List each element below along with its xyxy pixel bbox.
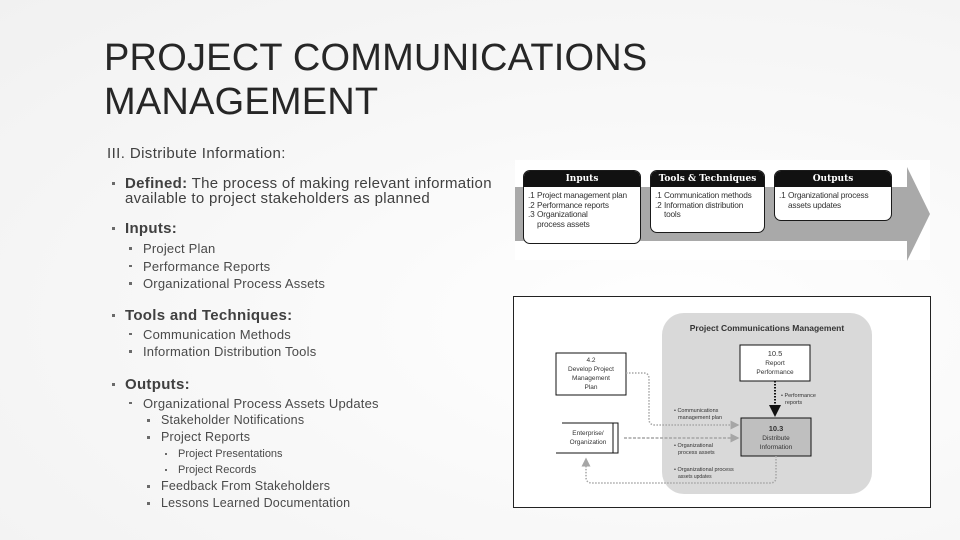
tools-box: Tools & Techniques .1 Communication metho… — [650, 170, 765, 233]
bullet-marker — [112, 382, 115, 386]
bullet-inputs: Inputs: — [112, 221, 492, 236]
output-subitem-label: Stakeholder Notifications — [161, 413, 305, 427]
bullet-list: Defined: The process of making relevant … — [112, 176, 492, 512]
node-id: 10.3 — [769, 424, 784, 433]
bullet-marker — [129, 247, 132, 250]
tool-item-label: Communication Methods — [143, 326, 291, 342]
bullet-tools: Tools and Techniques: — [112, 308, 492, 323]
outputs-header: Outputs — [775, 171, 891, 187]
list-item: Lessons Learned Documentation — [112, 495, 492, 512]
slide-title: PROJECT COMMUNICATIONS MANAGEMENT — [104, 36, 724, 124]
flow-label: assets updates — [678, 474, 712, 480]
node-label: Organization — [570, 439, 607, 446]
item-number: .3 — [528, 209, 535, 219]
list-item: Organizational Process Assets Updates — [112, 395, 492, 413]
list-item: Project Presentations — [112, 446, 492, 462]
node-id: 4.2 — [586, 357, 595, 364]
output-subsubitem-label: Project Records — [178, 464, 257, 476]
item-number: .2 — [655, 199, 662, 210]
flow-label: • Communications — [674, 408, 719, 414]
outputs-box: Outputs .1 Organizational process assets … — [774, 170, 892, 221]
bullet-marker — [165, 453, 167, 455]
flow-arrow-head-icon — [907, 167, 930, 261]
slide-title-line-2: MANAGEMENT — [104, 81, 379, 123]
output-subitem-label: Project Reports — [161, 430, 251, 444]
input-item-label: Performance Reports — [143, 258, 271, 274]
inputs-box: Inputs .1 Project management plan .2 Perfo… — [523, 170, 641, 244]
list-item: Performance Reports — [112, 258, 492, 276]
bullet-marker — [112, 227, 115, 230]
flow-label: management plan — [678, 415, 722, 421]
bullet-marker — [129, 350, 132, 353]
slide-title-line-1: PROJECT COMMUNICATIONS — [104, 37, 648, 79]
bullet-marker — [112, 313, 115, 317]
flow-label: • Organizational process — [674, 467, 734, 473]
node-label: Performance — [756, 369, 794, 376]
node-label: Distribute — [762, 435, 790, 442]
section-subtitle: III. Distribute Information: — [107, 145, 286, 162]
list-item: Project Records — [112, 462, 492, 478]
node-label: Enterprise/ — [572, 430, 604, 437]
item-number: .1 — [779, 190, 786, 200]
item-text: Organizational process assets updates — [788, 190, 869, 210]
bullet-marker — [129, 401, 132, 404]
output-subsubitem-label: Project Presentations — [178, 448, 283, 460]
node-label: Plan — [584, 384, 597, 391]
flow-label: reports — [785, 400, 802, 406]
list-item: Organizational Process Assets — [112, 275, 492, 293]
tool-item-label: Information Distribution Tools — [143, 344, 317, 359]
process-flow-diagram: Project Communications Management 10.5 R… — [513, 296, 931, 508]
node-enterprise — [556, 422, 619, 454]
list-item: Stakeholder Notifications — [112, 412, 492, 429]
bullet-marker — [129, 264, 132, 267]
node-label: Develop Project — [568, 366, 614, 373]
bullet-marker — [129, 282, 132, 285]
list-item: Project Plan — [112, 240, 492, 258]
item-text: Organizational process assets — [537, 209, 590, 229]
bullet-marker — [147, 485, 150, 488]
item-text: Information distribution tools — [664, 199, 744, 219]
bullet-outputs: Outputs: — [112, 377, 492, 392]
output-subitem-label: Feedback From Stakeholders — [161, 479, 331, 493]
node-label: Information — [760, 444, 793, 451]
bullet-marker — [147, 419, 150, 422]
input-item-label: Organizational Process Assets — [143, 276, 326, 291]
itto-figure: Inputs .1 Project management plan .2 Perfo… — [515, 160, 930, 261]
inputs-header: Inputs — [524, 171, 640, 187]
input-item-label: Project Plan — [143, 241, 216, 256]
node-label: Management — [572, 375, 610, 382]
itto-input-item: .3 Organizational process assets — [528, 209, 637, 229]
output-item-label: Organizational Process Assets Updates — [143, 395, 379, 411]
tools-header: Tools & Techniques — [651, 171, 764, 187]
bullet-marker — [129, 332, 132, 335]
list-item: Information Distribution Tools — [112, 343, 492, 361]
group-title: Project Communications Management — [690, 323, 845, 333]
itto-tool-item: .2 Information distribution tools — [655, 199, 761, 220]
flow-label: process assets — [678, 450, 715, 456]
outputs-label: Outputs: — [125, 375, 190, 393]
flow-label: • Organizational — [674, 443, 713, 449]
bullet-defined: Defined: The process of making relevant … — [112, 176, 492, 206]
bullet-marker — [112, 182, 115, 185]
node-id: 10.5 — [768, 349, 783, 358]
bullet-marker — [147, 502, 150, 505]
node-label: Report — [765, 360, 785, 367]
tools-label: Tools and Techniques: — [125, 306, 293, 324]
itto-output-item: .1 Organizational process assets updates — [779, 190, 888, 210]
list-item: Communication Methods — [112, 326, 492, 344]
inputs-label: Inputs: — [125, 220, 178, 237]
bullet-marker — [147, 436, 150, 439]
bullet-marker — [165, 469, 167, 471]
output-subitem-label: Lessons Learned Documentation — [161, 496, 351, 510]
list-item: Project Reports — [112, 429, 492, 446]
list-item: Feedback From Stakeholders — [112, 478, 492, 495]
flow-label: • Performance — [781, 393, 816, 399]
